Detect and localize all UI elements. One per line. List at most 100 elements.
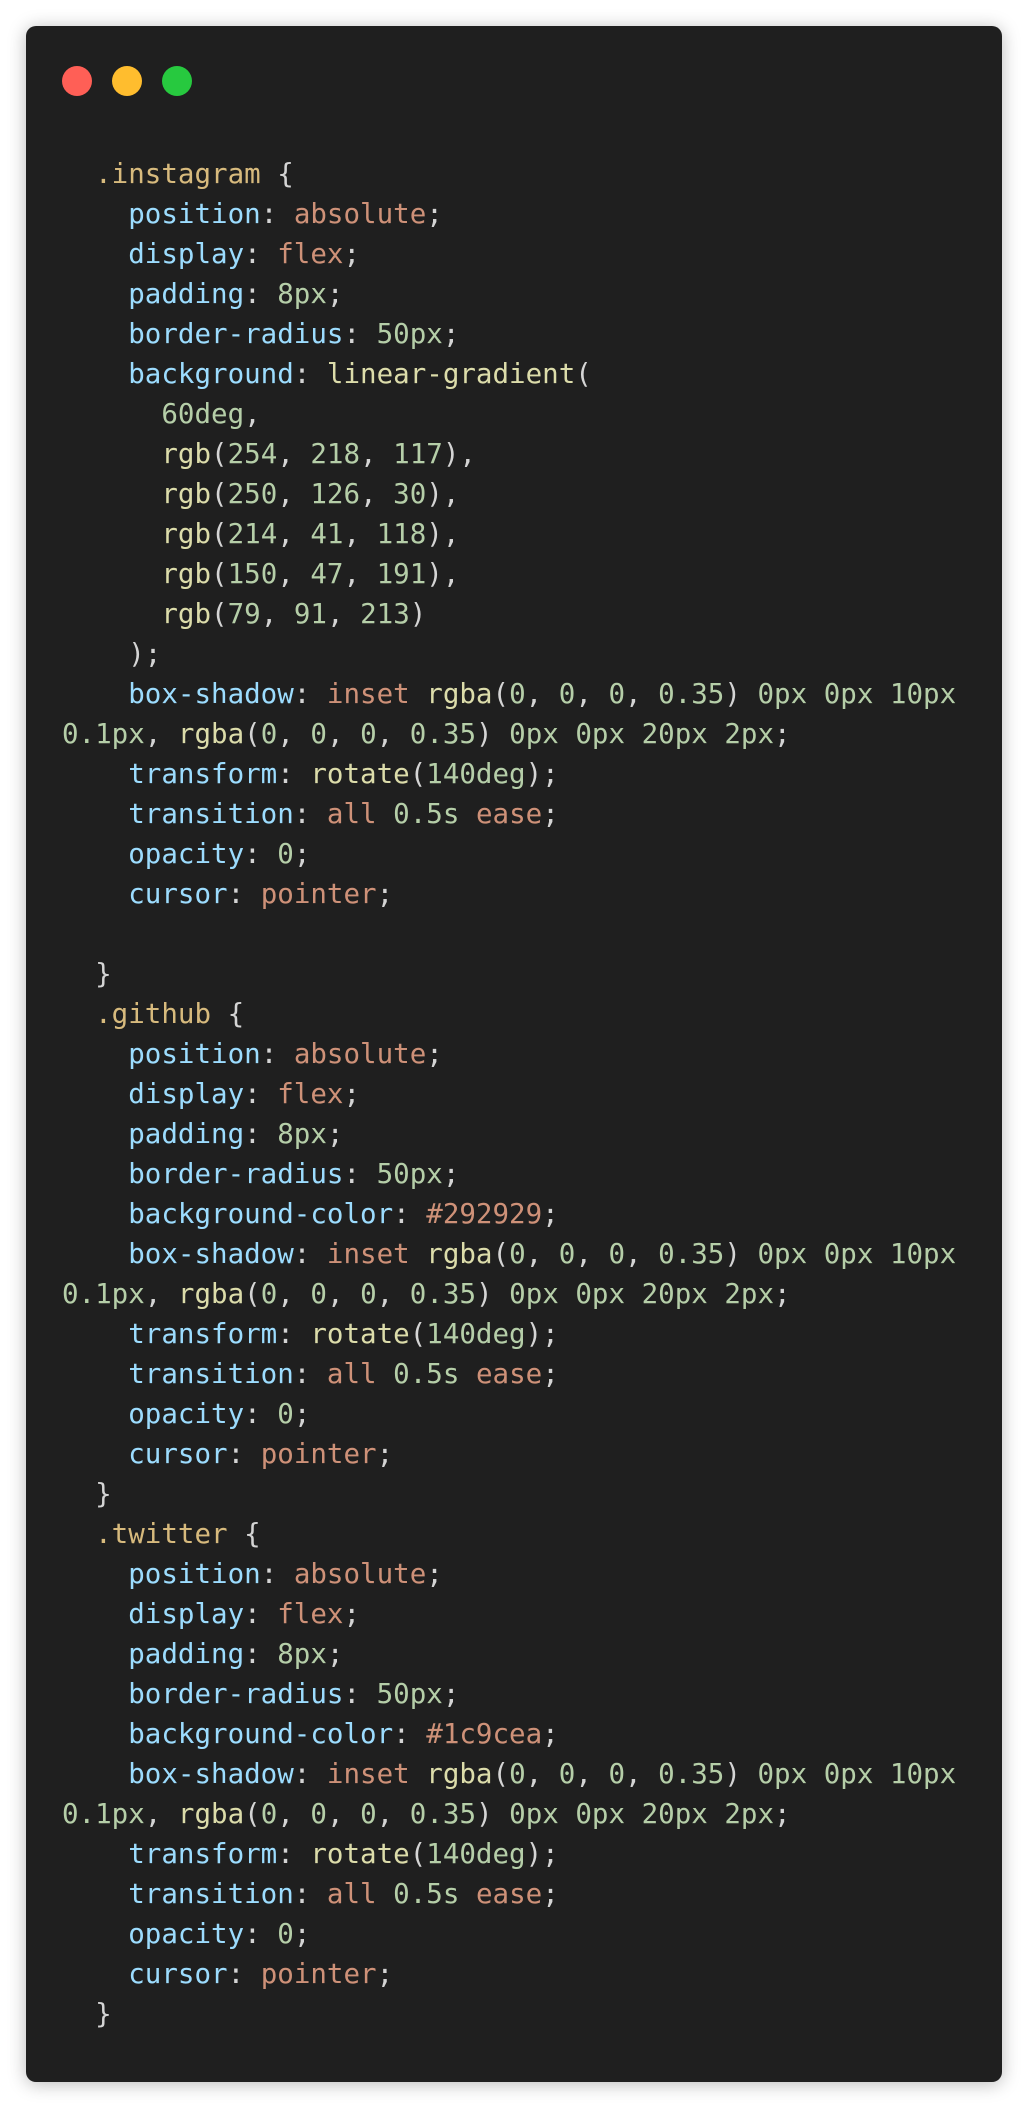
code-token: 0.35 bbox=[409, 718, 477, 750]
code-line: box-shadow: inset rgba(0, 0, 0, 0.35) 0p… bbox=[62, 1754, 956, 1794]
code-token: pointer bbox=[260, 878, 377, 910]
code-line: rgb(214, 41, 118), bbox=[62, 514, 956, 554]
code-token: border-radius bbox=[62, 1678, 344, 1710]
window-controls bbox=[62, 66, 212, 96]
code-token: , bbox=[326, 1278, 361, 1310]
code-token: ; bbox=[343, 238, 361, 270]
code-token: , bbox=[360, 478, 394, 510]
code-token: all bbox=[326, 1878, 394, 1910]
code-line: transform: rotate(140deg); bbox=[62, 1834, 956, 1874]
code-token: padding bbox=[62, 278, 245, 310]
code-token: : bbox=[293, 1758, 327, 1790]
code-token: : bbox=[260, 198, 294, 230]
code-token: box-shadow bbox=[62, 1758, 294, 1790]
code-token: : bbox=[277, 1318, 311, 1350]
code-token: rgb bbox=[62, 558, 212, 590]
code-token: : bbox=[244, 1078, 278, 1110]
code-token: 0 bbox=[608, 1238, 625, 1270]
code-line: background: linear-gradient( bbox=[62, 354, 956, 394]
code-line: opacity: 0; bbox=[62, 834, 956, 874]
code-line: padding: 8px; bbox=[62, 1114, 956, 1154]
maximize-dot-icon[interactable] bbox=[162, 66, 192, 96]
code-token: , bbox=[277, 438, 311, 470]
code-line: .instagram { bbox=[62, 154, 956, 194]
code-token: } bbox=[62, 1998, 112, 2030]
code-token: 0.35 bbox=[658, 678, 725, 710]
code-token: ; bbox=[343, 1078, 361, 1110]
code-token: , bbox=[575, 678, 609, 710]
code-token: : bbox=[244, 838, 278, 870]
code-line: 0.1px, rgba(0, 0, 0, 0.35) 0px 0px 20px … bbox=[62, 1794, 956, 1834]
code-token: : bbox=[244, 278, 278, 310]
code-token: flex bbox=[277, 1078, 344, 1110]
code-token: : bbox=[293, 1878, 327, 1910]
code-token: 0.35 bbox=[409, 1278, 477, 1310]
code-token: : bbox=[260, 1558, 294, 1590]
code-line: cursor: pointer; bbox=[62, 1434, 956, 1474]
code-token: , bbox=[343, 558, 377, 590]
code-token: transition bbox=[62, 1878, 294, 1910]
code-token: ( bbox=[244, 718, 261, 750]
code-token: 8px bbox=[277, 1638, 327, 1670]
code-token: { bbox=[277, 158, 294, 190]
code-token: ; bbox=[542, 798, 559, 830]
code-token: ) bbox=[724, 678, 758, 710]
code-token: ); bbox=[525, 1838, 559, 1870]
code-line: cursor: pointer; bbox=[62, 1954, 956, 1994]
code-token: , bbox=[575, 1238, 609, 1270]
code-token: ; bbox=[442, 318, 460, 350]
code-token: ease bbox=[475, 1358, 543, 1390]
code-line: display: flex; bbox=[62, 1074, 956, 1114]
close-dot-icon[interactable] bbox=[62, 66, 92, 96]
code-token: , bbox=[525, 1758, 559, 1790]
code-token: ) bbox=[409, 598, 427, 630]
code-token: pointer bbox=[260, 1958, 377, 1990]
code-token: , bbox=[326, 718, 361, 750]
code-token: 0px 0px 20px 2px bbox=[509, 1798, 775, 1830]
code-token: ; bbox=[774, 718, 791, 750]
code-token: , bbox=[575, 1758, 609, 1790]
code-token: rotate bbox=[310, 1838, 410, 1870]
code-token: rgb bbox=[62, 598, 212, 630]
minimize-dot-icon[interactable] bbox=[112, 66, 142, 96]
code-line: box-shadow: inset rgba(0, 0, 0, 0.35) 0p… bbox=[62, 1234, 956, 1274]
code-token: 218 bbox=[310, 438, 361, 470]
code-token: 140deg bbox=[426, 1838, 526, 1870]
code-token: 0px 0px 10px bbox=[757, 1238, 957, 1270]
code-token: ), bbox=[426, 558, 460, 590]
code-line: 0.1px, rgba(0, 0, 0, 0.35) 0px 0px 20px … bbox=[62, 1274, 956, 1314]
code-token: , bbox=[343, 518, 377, 550]
code-token: rgba bbox=[426, 1238, 493, 1270]
code-line: } bbox=[62, 1994, 956, 2034]
code-token: linear-gradient bbox=[326, 358, 576, 390]
code-token: ; bbox=[376, 1958, 394, 1990]
code-line: rgb(150, 47, 191), bbox=[62, 554, 956, 594]
code-token: : bbox=[293, 678, 327, 710]
code-token: 91 bbox=[293, 598, 327, 630]
code-line: display: flex; bbox=[62, 234, 956, 274]
code-token: ( bbox=[211, 598, 228, 630]
code-token: transform bbox=[62, 758, 278, 790]
code-token: ; bbox=[343, 1598, 361, 1630]
code-token: opacity bbox=[62, 1918, 245, 1950]
code-token: ), bbox=[426, 478, 460, 510]
code-token: all bbox=[326, 1358, 394, 1390]
code-token: 0.5s bbox=[393, 1358, 476, 1390]
code-token: transition bbox=[62, 1358, 294, 1390]
code-token: ) bbox=[476, 1278, 510, 1310]
code-token: position bbox=[62, 1558, 261, 1590]
code-token: 47 bbox=[310, 558, 344, 590]
code-token: rgb bbox=[62, 518, 212, 550]
code-token: 0.5s bbox=[393, 798, 476, 830]
code-token: 0 bbox=[509, 678, 526, 710]
code-token: : bbox=[393, 1198, 427, 1230]
code-block: .instagram { position: absolute; display… bbox=[62, 154, 956, 2034]
code-token: 0 bbox=[509, 1238, 526, 1270]
code-token: rotate bbox=[310, 1318, 410, 1350]
code-token: 0 bbox=[310, 1278, 327, 1310]
code-token: inset bbox=[326, 1238, 427, 1270]
code-token: rgba bbox=[177, 1278, 245, 1310]
code-token: ) bbox=[724, 1238, 758, 1270]
code-token: , bbox=[277, 1798, 311, 1830]
code-line: .github { bbox=[62, 994, 956, 1034]
